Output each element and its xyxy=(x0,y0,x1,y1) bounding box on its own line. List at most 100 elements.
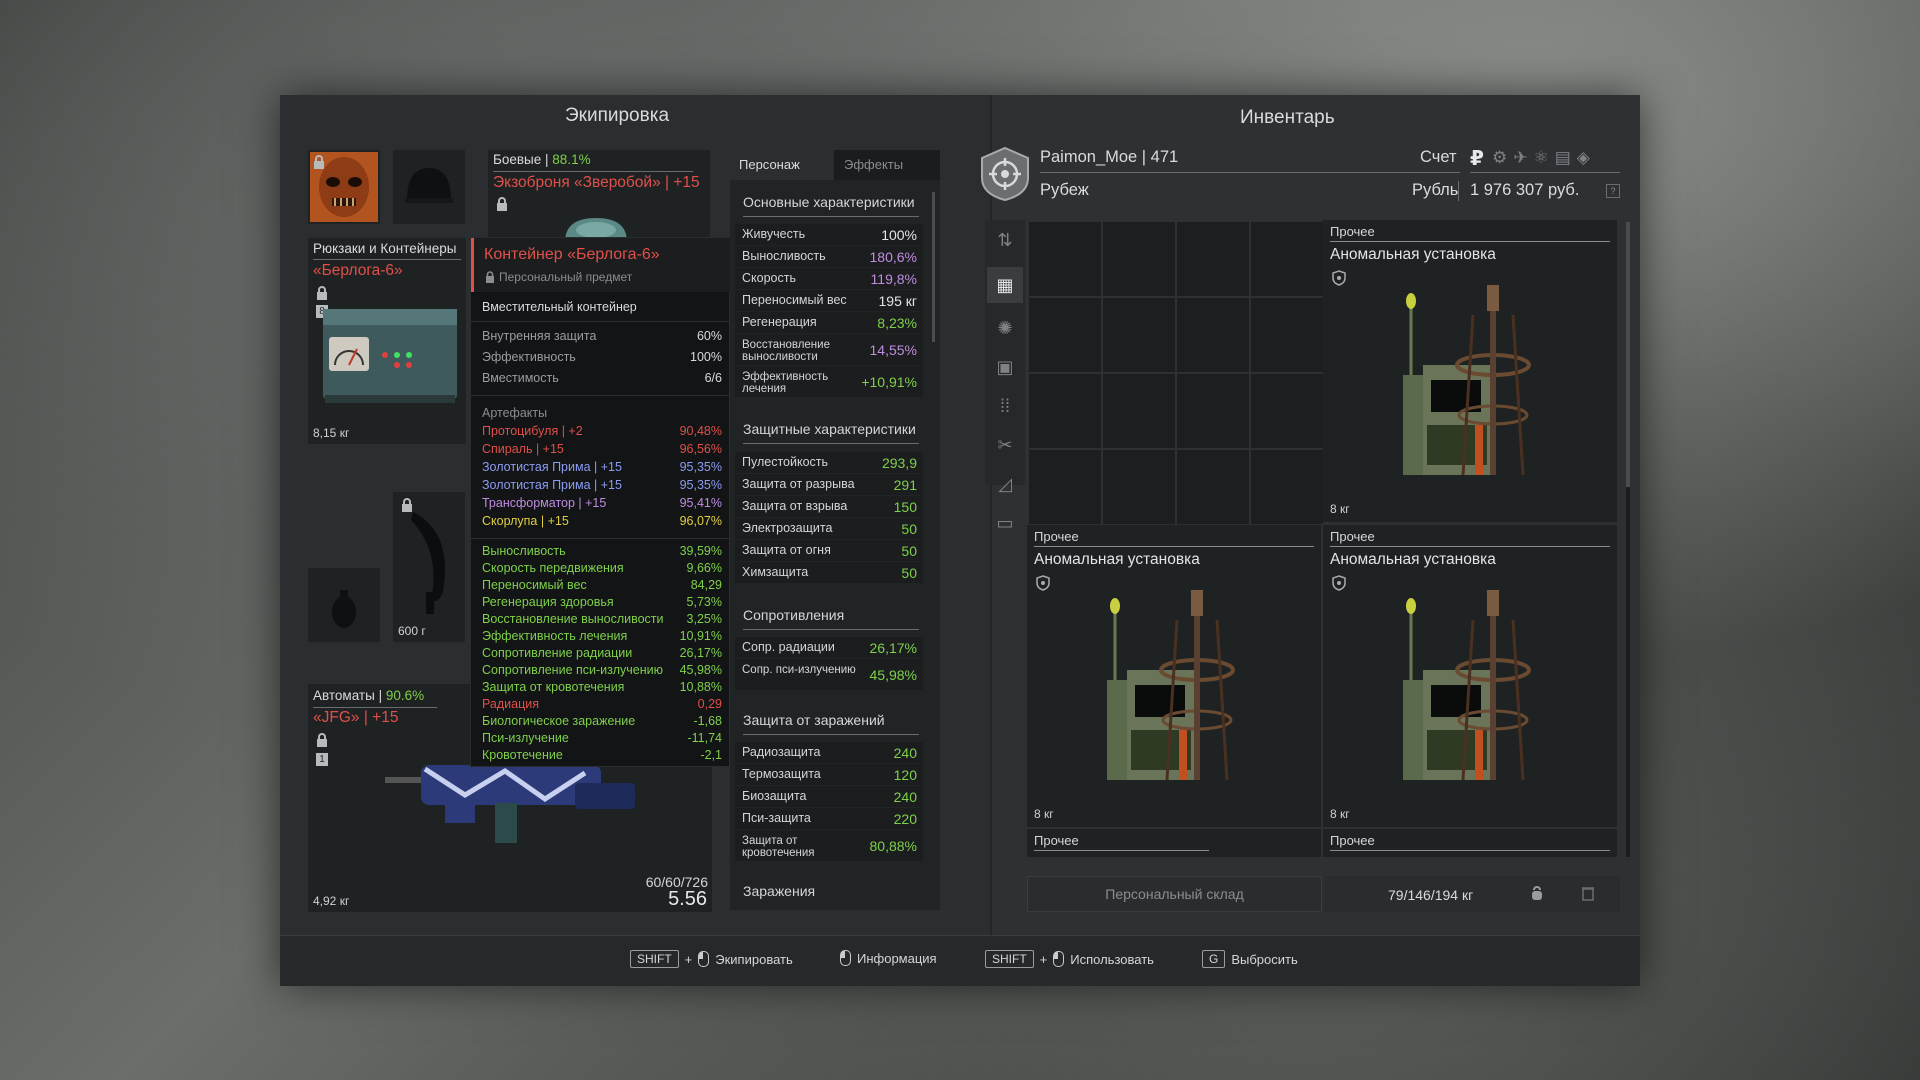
tooltip-prop: Эффективность 100% xyxy=(482,350,722,364)
stat-row: Живучесть 100% xyxy=(735,224,923,245)
bonus-row: Сопротивление радиации 26,17% xyxy=(482,646,722,660)
misc-icon[interactable]: ▭ xyxy=(987,505,1023,541)
inventory-cell[interactable] xyxy=(1251,298,1323,372)
inventory-cell[interactable] xyxy=(1177,374,1249,448)
help-icon[interactable]: ? xyxy=(1606,184,1620,198)
inventory-scroll-thumb[interactable] xyxy=(1626,222,1630,487)
rifle-category: Автоматы xyxy=(313,688,375,703)
inventory-cell[interactable] xyxy=(1103,298,1175,372)
currency-ruble-icon[interactable]: ₽ xyxy=(1470,146,1484,171)
tooltip-subtitle: Персональный предмет xyxy=(499,270,633,284)
bonus-row: Биологическое заражение -1,68 xyxy=(482,714,722,728)
tooltip-prop: Внутренняя защита 60% xyxy=(482,329,722,343)
stat-row: Химзащита 50 xyxy=(735,562,923,583)
trash-icon[interactable] xyxy=(1581,885,1595,901)
bonus-row: Защита от кровотечения 10,88% xyxy=(482,680,722,694)
grid-all-icon[interactable]: ▦ xyxy=(987,267,1023,303)
armor-divider xyxy=(493,171,693,172)
armor-category: Боевые xyxy=(493,152,542,167)
tools-icon[interactable]: ✂ xyxy=(987,427,1023,463)
artifact-row: Протоцибуля | +2 90,48% xyxy=(482,424,722,438)
mouse-left-icon xyxy=(1053,951,1065,967)
stat-row: Защита от взрыва 150 xyxy=(735,496,923,517)
armor-durability: 88.1% xyxy=(552,152,591,167)
stat-row: Пси-защита 220 xyxy=(735,808,923,829)
artifact-row: Спираль | +15 96,56% xyxy=(482,442,722,456)
inventory-cell[interactable] xyxy=(1177,450,1249,524)
inventory-item[interactable]: Прочее xyxy=(1027,829,1321,857)
bonus-row: Регенерация здоровья 5,73% xyxy=(482,595,722,609)
currency-icons[interactable]: ⚙✈⚛▤◈ xyxy=(1492,148,1596,168)
tab-effects[interactable]: Эффекты xyxy=(834,150,940,180)
tooltip-type: Вместительный контейнер xyxy=(482,300,637,314)
mouse-left-icon xyxy=(840,950,851,966)
inventory-cell[interactable] xyxy=(1029,298,1101,372)
artifact-row: Золотистая Прима | +15 95,35% xyxy=(482,460,722,474)
artifact-icon[interactable]: ✺ xyxy=(987,310,1023,346)
bonus-row: Радиация 0,29 xyxy=(482,697,722,711)
documents-icon[interactable]: ◿ xyxy=(987,466,1023,502)
tab-character[interactable]: Персонаж xyxy=(730,150,834,180)
stat-row: Электрозащита 50 xyxy=(735,518,923,539)
stats-scroll-thumb[interactable] xyxy=(932,192,935,342)
hint-drop[interactable]: G Выбросить xyxy=(1202,950,1298,968)
inventory-cell[interactable] xyxy=(1103,450,1175,524)
sort-icon[interactable]: ⇅ xyxy=(987,222,1023,258)
lock-icon xyxy=(317,733,327,747)
shield-icon xyxy=(1036,575,1050,591)
inventory-weight: 79/146/194 кг xyxy=(1388,887,1474,903)
backpack-weight: 8,15 кг xyxy=(313,426,350,440)
anomaly-device-icon xyxy=(1403,590,1531,781)
rifle-name: «JFG» | +15 xyxy=(313,709,399,726)
artifact-row: Трансформатор | +15 95,41% xyxy=(482,496,722,510)
inventory-item[interactable]: Прочее Аномальная установка 8 кг xyxy=(1027,525,1321,827)
inventory-cell[interactable] xyxy=(1177,298,1249,372)
artifacts-header: Артефакты xyxy=(482,406,548,420)
hint-use[interactable]: SHIFT + Использовать xyxy=(985,950,1154,968)
shift-key-icon: SHIFT xyxy=(630,950,679,968)
inventory-cell[interactable] xyxy=(1177,222,1249,296)
backpack-category: Рюкзаки и Контейнеры xyxy=(313,241,457,256)
personal-storage-button[interactable]: Персональный склад xyxy=(1027,876,1322,912)
faction-emblem-icon xyxy=(981,146,1029,202)
inventory-cell[interactable] xyxy=(1251,450,1323,524)
bonus-row: Выносливость 39,59% xyxy=(482,544,722,558)
inventory-cell[interactable] xyxy=(1029,222,1101,296)
inventory-cell[interactable] xyxy=(1103,222,1175,296)
container-filter-icon[interactable]: ▣ xyxy=(987,349,1023,385)
stat-row: Переносимый вес 195 кг xyxy=(735,290,923,311)
inventory-cell[interactable] xyxy=(1029,450,1101,524)
hint-equip[interactable]: SHIFT + Экипировать xyxy=(630,950,793,968)
stat-row: Защита от разрыва 291 xyxy=(735,474,923,495)
ammo-icon[interactable]: ⁞⁞ xyxy=(987,388,1023,424)
inventory-cell[interactable] xyxy=(1103,374,1175,448)
main-stats-header: Основные характеристики xyxy=(743,194,915,210)
anomaly-device-icon xyxy=(1107,590,1235,781)
hint-info[interactable]: Информация xyxy=(840,950,937,966)
balance: 1 976 307 руб. xyxy=(1470,181,1580,199)
stat-row: Биозащита 240 xyxy=(735,786,923,807)
inventory-title: Инвентарь xyxy=(1240,107,1335,128)
inventory-cell[interactable] xyxy=(1251,222,1323,296)
container-icon xyxy=(323,309,457,403)
stat-row: Сопр. радиации 26,17% xyxy=(735,637,923,658)
inventory-item[interactable]: Прочее xyxy=(1323,829,1617,857)
backpack-divider xyxy=(313,259,461,260)
bonus-row: Эффективность лечения 10,91% xyxy=(482,629,722,643)
shift-key-icon: SHIFT xyxy=(985,950,1034,968)
stat-row: Пулестойкость 293,9 xyxy=(735,452,923,473)
anomaly-device-icon xyxy=(1403,285,1531,476)
rifle-icon xyxy=(385,765,635,843)
lock-icon xyxy=(497,197,507,211)
hint-bar xyxy=(280,935,1640,986)
infect-header: Защита от заражений xyxy=(743,712,885,728)
helmet-slot[interactable] xyxy=(393,150,465,224)
inventory-item[interactable]: Прочее Аномальная установка 8 кг xyxy=(1323,220,1617,522)
inventory-item[interactable]: Прочее Аномальная установка 8 кг xyxy=(1323,525,1617,827)
stat-row: Выносливость 180,6% xyxy=(735,246,923,267)
melee-slot[interactable] xyxy=(393,492,465,642)
grenade-slot[interactable] xyxy=(308,568,380,642)
inventory-cell[interactable] xyxy=(1029,374,1101,448)
stat-row: Скорость 119,8% xyxy=(735,268,923,289)
inventory-cell[interactable] xyxy=(1251,374,1323,448)
